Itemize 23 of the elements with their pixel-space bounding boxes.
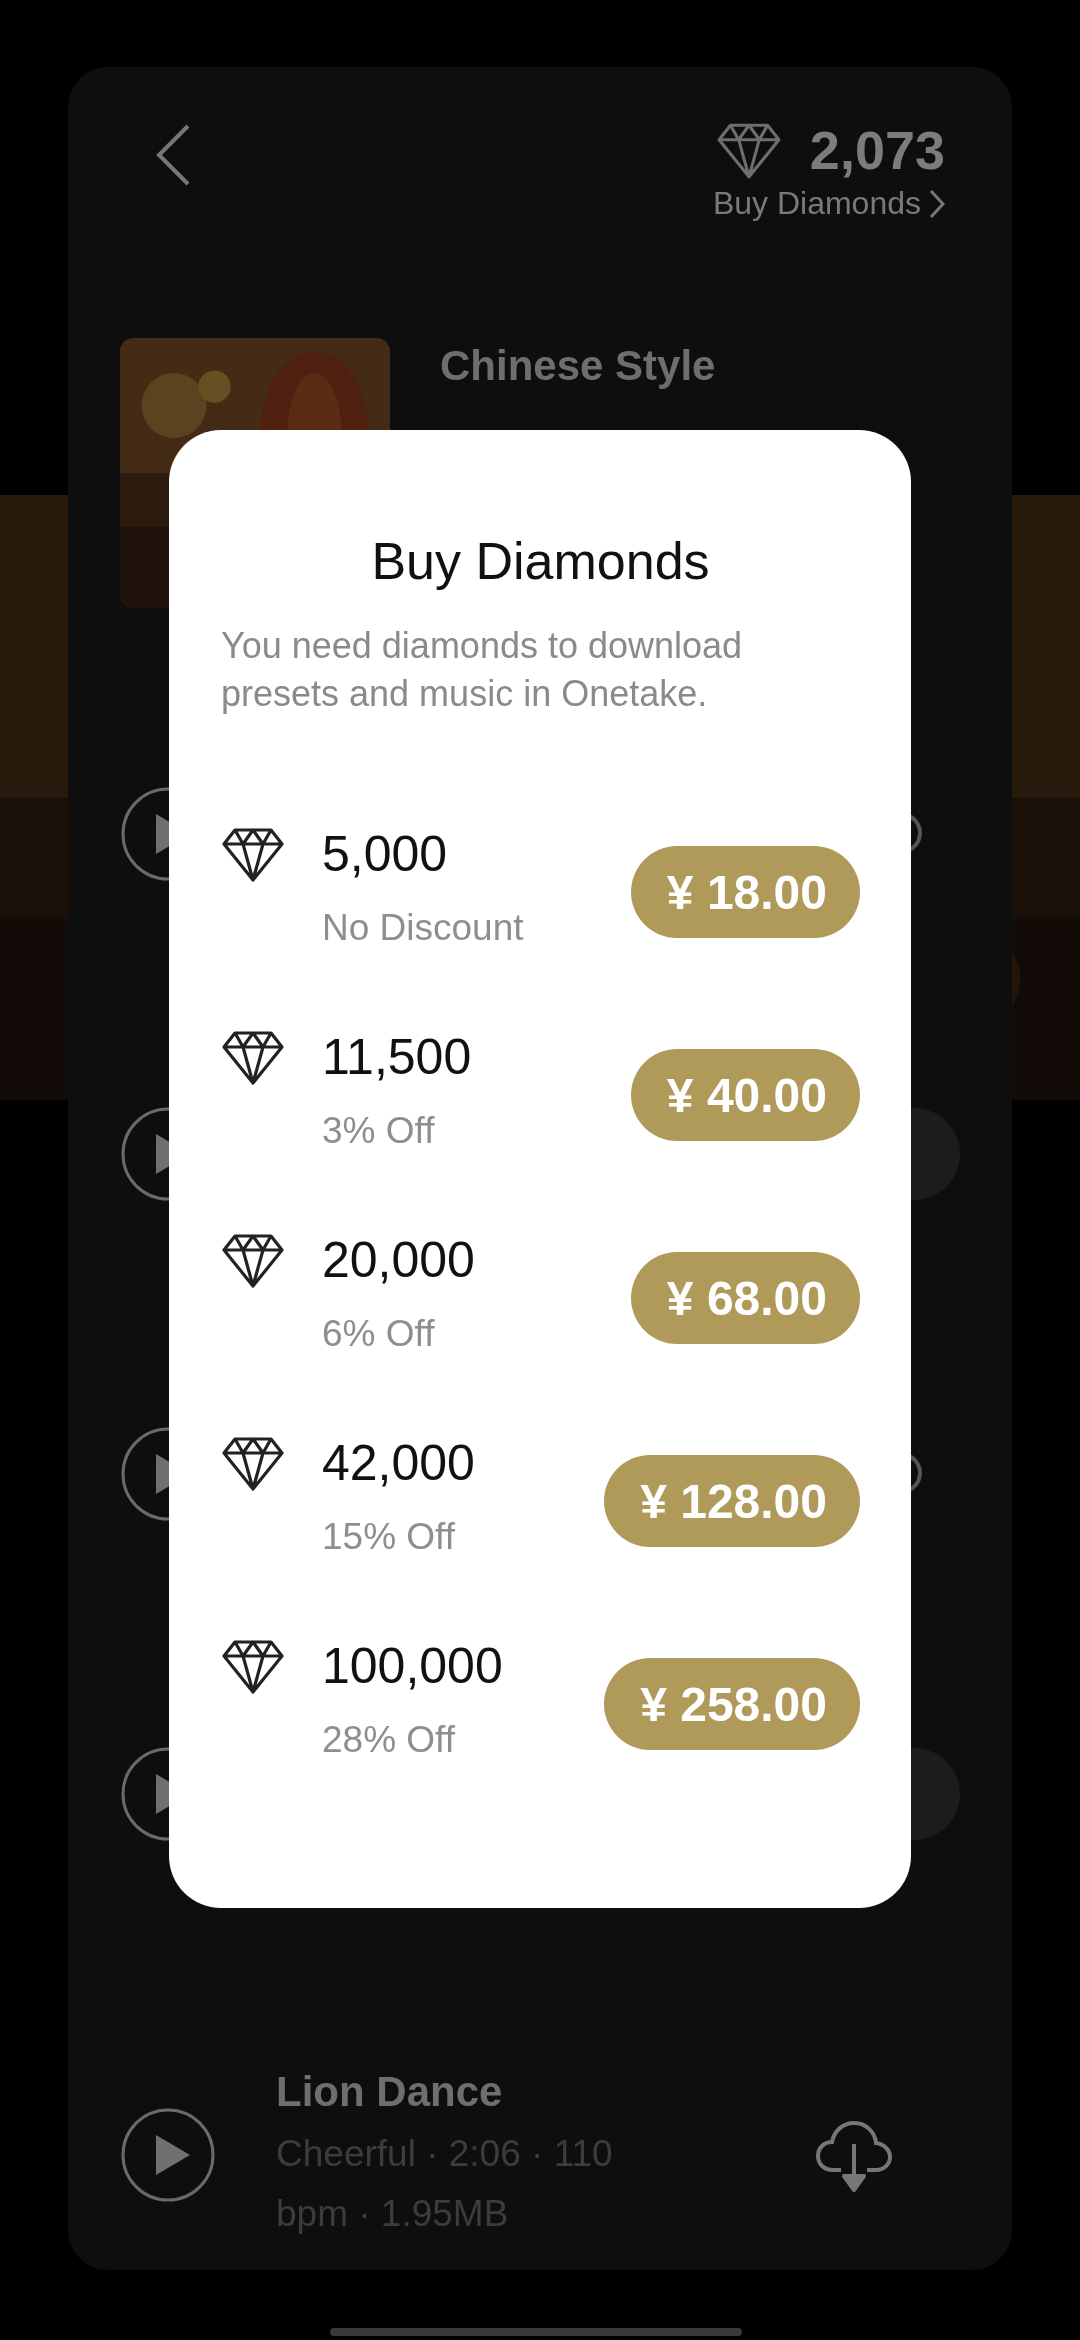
price-button[interactable]: ¥ 40.00 [630,1049,860,1141]
dialog-message: You need diamonds to download presets and music in Onetake. [221,624,744,716]
diamond-balance: 2,073 [809,119,945,181]
diamond-amount: 20,000 [322,1231,476,1290]
discount-label: 28% Off [322,1718,456,1762]
discount-label: No Discount [322,906,525,950]
diamond-amount: 11,500 [322,1028,473,1087]
dialog-heading: Buy Diamonds [370,531,711,592]
diamond-amount: 5,000 [322,825,449,884]
discount-label: 6% Off [322,1312,436,1356]
discount-label: 15% Off [322,1515,456,1559]
chevron-icon [929,188,945,219]
price-button[interactable]: ¥ 258.00 [604,1658,860,1750]
album-title: Chinese Style [440,342,716,390]
price-button[interactable]: ¥ 68.00 [630,1252,860,1344]
price-button[interactable]: ¥ 128.00 [604,1455,860,1547]
track-title: Lion Dance [276,2067,504,2117]
diamond-amount: 100,000 [322,1637,504,1696]
price-button[interactable]: ¥ 18.00 [630,846,860,938]
back-icon[interactable] [155,123,191,187]
buy-diamonds-link[interactable]: Buy Diamonds [712,185,945,222]
discount-label: 3% Off [322,1109,436,1153]
diamond-amount: 42,000 [322,1434,476,1493]
